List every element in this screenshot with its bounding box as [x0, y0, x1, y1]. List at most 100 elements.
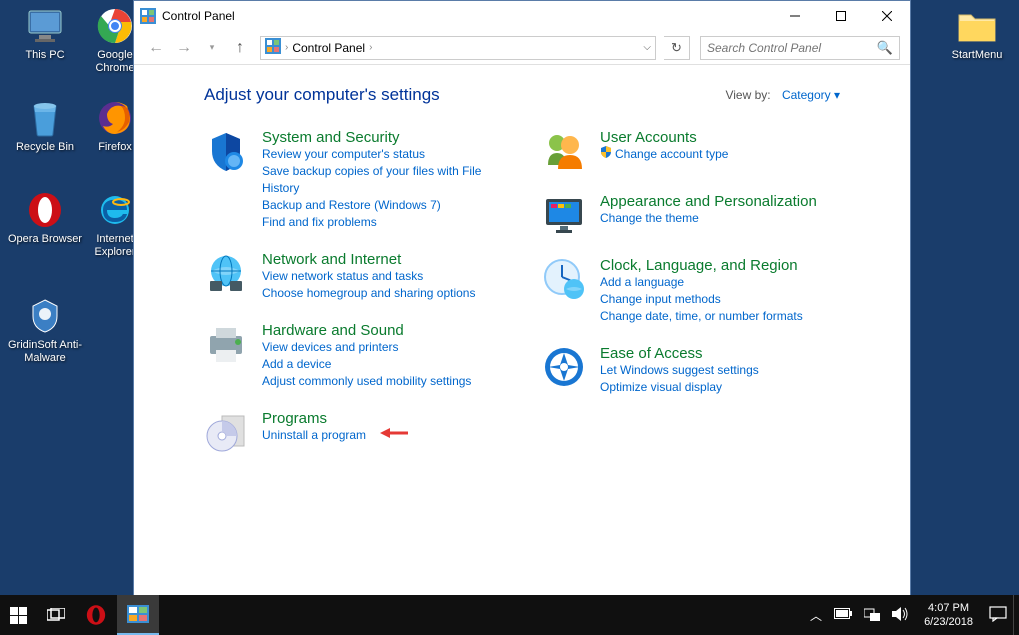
category-title[interactable]: Hardware and Sound [262, 322, 502, 339]
category-title[interactable]: User Accounts [600, 129, 840, 146]
category-title[interactable]: Appearance and Personalization [600, 193, 840, 210]
category-link[interactable]: View devices and printers [262, 339, 502, 356]
search-input[interactable] [707, 41, 877, 55]
left-column: System and Security Review your computer… [204, 129, 502, 474]
taskbar: ︿ 4:07 PM 6/23/2018 [0, 595, 1019, 635]
category-link[interactable]: Backup and Restore (Windows 7) [262, 197, 502, 214]
close-button[interactable] [864, 1, 910, 31]
category-link[interactable]: Choose homegroup and sharing options [262, 285, 502, 302]
action-center-icon[interactable] [983, 606, 1013, 625]
chrome-icon [95, 6, 135, 46]
category-link[interactable]: Optimize visual display [600, 379, 840, 396]
printer-icon [204, 322, 248, 366]
search-icon[interactable]: 🔍 [877, 40, 893, 56]
tray-chevron-up-icon[interactable]: ︿ [804, 607, 828, 624]
taskbar-clock[interactable]: 4:07 PM 6/23/2018 [914, 601, 983, 629]
viewby-selector: View by: Category ▾ [725, 88, 840, 102]
navigation-bar: ← → ▾ ↑ › Control Panel › ⌵ ↻ 🔍 [134, 31, 910, 65]
category-ease-of-access: Ease of Access Let Windows suggest setti… [542, 345, 840, 396]
uac-shield-icon [600, 147, 612, 161]
category-title[interactable]: Ease of Access [600, 345, 840, 362]
category-link[interactable]: Change input methods [600, 291, 840, 308]
category-hardware-sound: Hardware and Sound View devices and prin… [204, 322, 502, 390]
right-column: User Accounts Change account type Appear… [542, 129, 840, 474]
users-icon [542, 129, 586, 173]
tray-volume-icon[interactable] [886, 607, 914, 624]
desktop-icon-label: Recycle Bin [8, 141, 82, 154]
category-link[interactable]: Let Windows suggest settings [600, 362, 840, 379]
clock-globe-icon [542, 257, 586, 301]
desktop-icon-gridinsoft[interactable]: GridinSoft Anti-Malware [8, 296, 82, 365]
clock-date: 6/23/2018 [924, 615, 973, 629]
red-arrow-annotation [380, 427, 408, 444]
this-pc-icon [25, 6, 65, 46]
clock-time: 4:07 PM [924, 601, 973, 615]
titlebar[interactable]: Control Panel [134, 1, 910, 31]
task-view-button[interactable] [37, 595, 75, 635]
show-desktop-button[interactable] [1013, 595, 1019, 635]
category-link[interactable]: Change account type [600, 146, 840, 163]
gridinsoft-icon [25, 296, 65, 336]
category-link[interactable]: Find and fix problems [262, 214, 502, 231]
category-system-security: System and Security Review your computer… [204, 129, 502, 231]
category-title[interactable]: System and Security [262, 129, 502, 146]
category-title[interactable]: Programs [262, 410, 502, 427]
address-dropdown-icon[interactable]: ⌵ [643, 42, 651, 53]
category-link-uninstall[interactable]: Uninstall a program [262, 427, 502, 444]
content-area: Adjust your computer's settings View by:… [134, 65, 910, 598]
firefox-icon [95, 98, 135, 138]
breadcrumb-text[interactable]: Control Panel [292, 41, 365, 55]
forward-button[interactable]: → [172, 36, 196, 60]
address-bar[interactable]: › Control Panel › ⌵ [260, 36, 656, 60]
category-programs: Programs Uninstall a program [204, 410, 502, 454]
category-user-accounts: User Accounts Change account type [542, 129, 840, 173]
desktop-icon-startmenu[interactable]: StartMenu [940, 6, 1014, 62]
window-title: Control Panel [162, 9, 772, 23]
category-link[interactable]: Add a device [262, 356, 502, 373]
category-columns: System and Security Review your computer… [204, 129, 840, 474]
taskbar-opera[interactable] [75, 595, 117, 635]
minimize-button[interactable] [772, 1, 818, 31]
category-link[interactable]: View network status and tasks [262, 268, 502, 285]
category-link[interactable]: Add a language [600, 274, 840, 291]
start-button[interactable] [0, 595, 37, 635]
viewby-label: View by: [725, 88, 770, 102]
recent-locations-button[interactable]: ▾ [200, 36, 224, 60]
folder-icon [957, 6, 997, 46]
category-link[interactable]: Save backup copies of your files with Fi… [262, 163, 502, 197]
page-heading: Adjust your computer's settings [204, 85, 725, 105]
category-clock-language: Clock, Language, and Region Add a langua… [542, 257, 840, 325]
search-box[interactable]: 🔍 [700, 36, 900, 60]
desktop-icon-opera[interactable]: Opera Browser [8, 190, 82, 246]
back-button[interactable]: ← [144, 36, 168, 60]
maximize-button[interactable] [818, 1, 864, 31]
system-tray: ︿ 4:07 PM 6/23/2018 [804, 595, 1019, 635]
category-title[interactable]: Clock, Language, and Region [600, 257, 840, 274]
category-link[interactable]: Review your computer's status [262, 146, 502, 163]
up-button[interactable]: ↑ [228, 36, 252, 60]
desktop-icon-this-pc[interactable]: This PC [8, 6, 82, 62]
chevron-right-icon[interactable]: › [369, 42, 372, 53]
desktop-icon-label: This PC [8, 49, 82, 62]
desktop-icon-label: Opera Browser [8, 233, 82, 246]
viewby-dropdown[interactable]: Category ▾ [782, 88, 840, 102]
ease-access-icon [542, 345, 586, 389]
refresh-button[interactable]: ↻ [664, 36, 690, 60]
category-appearance: Appearance and Personalization Change th… [542, 193, 840, 237]
control-panel-breadcrumb-icon [265, 38, 281, 57]
desktop-icon-label: GridinSoft Anti-Malware [8, 339, 82, 365]
content-header: Adjust your computer's settings View by:… [204, 85, 840, 105]
tray-battery-icon[interactable] [828, 608, 858, 622]
chevron-right-icon[interactable]: › [285, 42, 288, 53]
ie-icon [95, 190, 135, 230]
category-network-internet: Network and Internet View network status… [204, 251, 502, 302]
taskbar-control-panel[interactable] [117, 595, 159, 635]
desktop-icon-label: StartMenu [940, 49, 1014, 62]
category-link[interactable]: Adjust commonly used mobility settings [262, 373, 502, 390]
recycle-bin-icon [25, 98, 65, 138]
category-link[interactable]: Change the theme [600, 210, 840, 227]
desktop-icon-recycle-bin[interactable]: Recycle Bin [8, 98, 82, 154]
category-link[interactable]: Change date, time, or number formats [600, 308, 840, 325]
tray-network-icon[interactable] [858, 607, 886, 624]
category-title[interactable]: Network and Internet [262, 251, 502, 268]
